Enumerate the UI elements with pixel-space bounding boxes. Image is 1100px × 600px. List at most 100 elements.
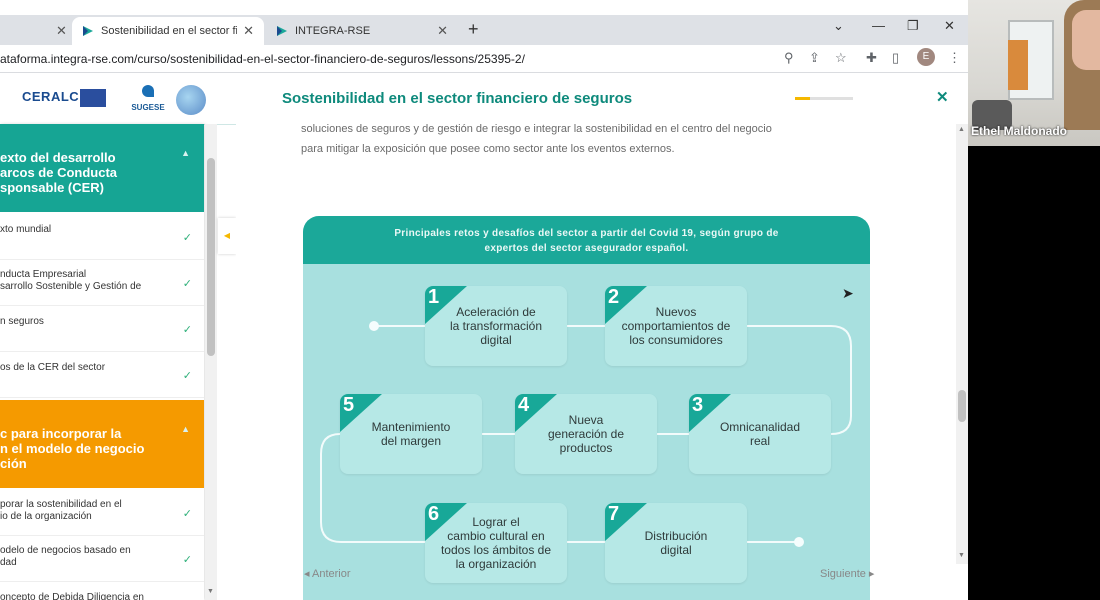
text-line: digital [480, 333, 512, 347]
chevron-up-icon: ▲ [181, 148, 190, 158]
card-label: Lograr el cambio cultural en todos los ámb… [425, 503, 567, 583]
address-bar[interactable]: ataforma.integra-rse.com/curso/sostenibi… [0, 52, 525, 66]
content-scrollbar[interactable] [956, 124, 968, 564]
ceralc-logo: CERALC [22, 89, 80, 104]
text-line: Principales retos y desafíos del sector … [394, 228, 779, 239]
sidebar-scroll-thumb[interactable] [207, 158, 215, 356]
mouse-cursor-icon: ➤ [842, 285, 854, 301]
lesson-content: soluciones de seguros y de gestión de ri… [236, 124, 956, 600]
completed-check-icon: ✓ [182, 370, 192, 382]
card-label: Mantenimiento del margen [340, 394, 482, 474]
completed-check-icon: ✓ [182, 232, 192, 244]
minimize-icon[interactable]: — [872, 18, 885, 33]
sidebar-lesson-item[interactable]: nducta Empresarial sarrollo Sostenible y … [0, 260, 204, 306]
sidebar-section-1[interactable]: exto del desarrollo arcos de Conducta spon… [0, 124, 204, 212]
lesson-sidebar: exto del desarrollo arcos de Conducta spon… [0, 124, 204, 600]
text-line: n seguros [0, 316, 44, 327]
text-line: arcos de Conducta [0, 165, 118, 180]
text-line: Omnicanalidad [719, 420, 801, 434]
sugese-logo: SUGESE [128, 85, 168, 115]
tab-search-chevron-icon[interactable]: ⌄ [833, 18, 844, 34]
browser-menu-icon[interactable]: ⋮ [948, 50, 961, 66]
sidebar-lesson-item[interactable]: odelo de negocios basado en dad ✓ [0, 536, 204, 582]
tab-previous-partial[interactable]: ✕ [0, 17, 70, 45]
tab-title: INTEGRA-RSE [295, 25, 371, 37]
card-label: Nuevos comportamientos de los consumidores [605, 286, 747, 366]
content-scroll-thumb[interactable] [958, 390, 966, 422]
text-line: digital [660, 543, 692, 557]
text-line: Aceleración de [456, 305, 536, 319]
tab-close-icon[interactable]: ✕ [243, 23, 254, 39]
sidebar-lesson-item[interactable]: oncepto de Debida Diligencia en [0, 582, 204, 600]
completed-check-icon: ✓ [182, 554, 192, 566]
challenge-card-7: 7 Distribución digital [605, 503, 747, 583]
extensions-icon[interactable]: ✚ [866, 50, 877, 66]
side-panel-icon[interactable]: ▯ [892, 50, 899, 66]
text-line: oncepto de Debida Diligencia en [0, 592, 144, 600]
completed-check-icon: ✓ [182, 324, 192, 336]
tab-course[interactable]: Sostenibilidad en el sector financiero d… [72, 17, 264, 45]
text-line: productos [559, 441, 613, 455]
close-window-icon[interactable]: ✕ [944, 18, 955, 34]
sidebar-scroll-down-icon[interactable]: ▼ [207, 588, 214, 595]
background-shelf [1008, 40, 1028, 90]
partner-circle-logo [176, 85, 206, 115]
chevron-right-icon: ▸ [865, 568, 875, 580]
text-line: Lograr el [472, 515, 520, 529]
content-scroll-up-icon[interactable]: ▲ [958, 126, 965, 133]
participant-name: Ethel Maldonado [971, 124, 1067, 138]
text-line: para mitigar la exposición que posee com… [301, 143, 675, 155]
text-line: ción [0, 456, 27, 471]
challenge-card-6: 6 Lograr el cambio cultural en todos los ám… [425, 503, 567, 583]
progress-fill [795, 97, 810, 100]
text-line: soluciones de seguros y de gestión de ri… [301, 124, 772, 135]
text-line: os de la CER del sector [0, 362, 106, 373]
text-line: io de la organización [0, 511, 92, 522]
course-favicon-icon [83, 26, 93, 36]
card-label: Nueva generación de productos [515, 394, 657, 474]
text-line: Mantenimiento [371, 420, 451, 434]
completed-check-icon: ✓ [182, 508, 192, 520]
text-line: del margen [380, 434, 442, 448]
close-course-icon[interactable]: ✕ [936, 88, 949, 106]
zoom-icon[interactable]: ⚲ [784, 50, 794, 66]
text-line: sarrollo Sostenible y Gestión de [0, 281, 142, 292]
next-lesson-link[interactable]: Siguiente ▸ [820, 567, 874, 580]
text-line: Nuevos [655, 305, 697, 319]
card-label: Omnicanalidad real [689, 394, 831, 474]
sidebar-lesson-item[interactable]: xto mundial ✓ [0, 214, 204, 260]
participant-face [1072, 10, 1100, 70]
eu-flag-logo [80, 89, 106, 107]
text-line: todos los ámbitos de [440, 543, 552, 557]
browser-window: ✕ Sostenibilidad en el sector financiero… [0, 0, 968, 600]
restore-icon[interactable]: ❐ [907, 18, 919, 34]
course-title: Sostenibilidad en el sector financiero d… [282, 90, 633, 107]
previous-lesson-link[interactable]: ◂ Anterior [304, 567, 351, 580]
text-line: generación de [547, 427, 625, 441]
content-scroll-down-icon[interactable]: ▼ [958, 552, 965, 559]
sidebar-lesson-item[interactable]: n seguros ✓ [0, 306, 204, 352]
text-line: dad [0, 557, 17, 568]
browser-toolbar: ataforma.integra-rse.com/curso/sostenibi… [0, 45, 968, 73]
tab-close-icon[interactable]: ✕ [56, 23, 67, 39]
tab-close-icon[interactable]: ✕ [437, 23, 448, 39]
intro-paragraph: soluciones de seguros y de gestión de ri… [301, 124, 861, 159]
profile-avatar[interactable]: E [917, 48, 935, 66]
sidebar-lesson-item[interactable]: porar la sostenibilidad en el io de la or… [0, 490, 204, 536]
text-line: odelo de negocios basado en [0, 545, 131, 556]
text-line: los consumidores [629, 333, 723, 347]
bookmark-star-icon[interactable]: ☆ [835, 50, 847, 66]
collapse-sidebar-toggle[interactable]: ◀ [218, 218, 236, 254]
share-icon[interactable]: ⇪ [809, 50, 820, 66]
challenge-card-3: 3 Omnicanalidad real [689, 394, 831, 474]
sidebar-section-2[interactable]: c para incorporar la n el modelo de negoc… [0, 400, 204, 488]
challenge-card-4: 4 Nueva generación de productos [515, 394, 657, 474]
challenge-card-5: 5 Mantenimiento del margen [340, 394, 482, 474]
text-line: la organización [455, 557, 537, 571]
tab-integra[interactable]: INTEGRA-RSE ✕ [266, 17, 458, 45]
text-line: exto del desarrollo [0, 150, 116, 165]
card-label: Aceleración de la transformación digital [425, 286, 567, 366]
new-tab-button[interactable]: + [468, 19, 479, 40]
text-line: xto mundial [0, 224, 52, 235]
sidebar-lesson-item[interactable]: os de la CER del sector ✓ [0, 352, 204, 398]
